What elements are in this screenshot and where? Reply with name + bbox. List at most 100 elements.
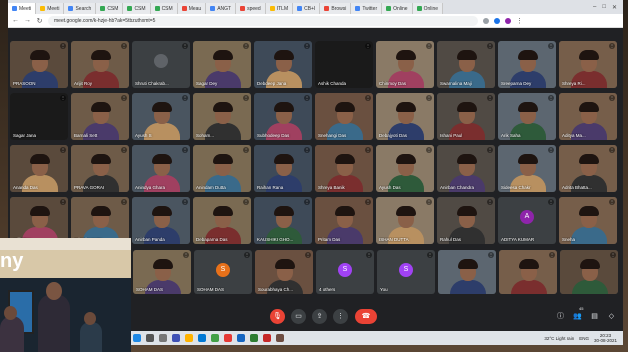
minimize-icon[interactable]: – xyxy=(593,4,596,11)
browser-tab[interactable]: CSM xyxy=(96,3,124,14)
participant-tile[interactable]: ⋮Pritesha Kutty xyxy=(71,197,129,244)
participant-tile[interactable]: ⋮ Sagar Jana xyxy=(10,93,68,140)
participant-tile[interactable]: ⋮ xyxy=(560,250,618,294)
participant-tile[interactable]: ⋮ Ayush S xyxy=(132,93,190,140)
participant-tile[interactable]: ⋮ Shruti Chakrab... xyxy=(132,41,190,88)
participant-tile[interactable]: ⋮ Aditya Ma... xyxy=(559,93,617,140)
search-icon[interactable] xyxy=(146,334,154,342)
pdf-icon[interactable] xyxy=(263,334,271,342)
browser-tab[interactable]: Online xyxy=(382,3,413,14)
forward-icon[interactable]: → xyxy=(24,17,31,24)
browser-tab[interactable]: Twitter xyxy=(351,3,383,14)
close-icon[interactable]: ✕ xyxy=(612,4,617,11)
participant-hair xyxy=(579,50,599,60)
participant-tile[interactable]: ⋮ Anindya Ghara xyxy=(132,145,190,192)
browser-tab[interactable]: Meau xyxy=(177,3,207,14)
participant-tile[interactable]: ⋮ Debajyoti Das xyxy=(376,93,434,140)
camera-icon[interactable]: ▭ xyxy=(291,309,306,324)
browser-tab[interactable]: ANGT xyxy=(206,3,237,14)
reload-icon[interactable]: ↻ xyxy=(36,17,43,25)
participant-tile[interactable]: ⋮ Sideesa Chakr xyxy=(498,145,556,192)
weather-text[interactable]: 32°C Light rain xyxy=(544,336,574,341)
participant-tile[interactable]: ⋮ ISHAN DUTTA xyxy=(376,197,434,244)
participant-tile[interactable]: ⋮ Arik Saha xyxy=(498,93,556,140)
present-icon[interactable]: ⇪ xyxy=(312,309,327,324)
participant-tile[interactable]: ⋮ Anindam Dutta xyxy=(193,145,251,192)
participant-tile[interactable]: ⋮ PRASOON xyxy=(10,41,68,88)
folder-icon[interactable] xyxy=(185,334,193,342)
activities-icon[interactable]: ◇ xyxy=(607,312,616,321)
app-icon[interactable] xyxy=(276,334,284,342)
participant-tile[interactable]: ⋮ Ishani Paul xyxy=(437,93,495,140)
word-icon[interactable] xyxy=(237,334,245,342)
extension-icon[interactable] xyxy=(483,17,489,24)
participant-tile[interactable]: ⋮ Raihan Rana xyxy=(254,145,312,192)
participant-tile[interactable]: ⋮ Debdeep Jana xyxy=(254,41,312,88)
participant-tile[interactable]: ⋮Arijit Roy xyxy=(10,197,68,244)
participant-tile[interactable]: ⋮ SOHAM DAS xyxy=(133,250,191,294)
people-icon[interactable]: 👥 xyxy=(573,312,582,321)
participant-tile[interactable]: S ⋮ You xyxy=(377,250,435,294)
edge-icon[interactable] xyxy=(198,334,206,342)
browser-tab[interactable]: Online xyxy=(412,3,444,14)
participant-tile[interactable]: S ⋮ 4 others xyxy=(316,250,374,294)
chat-icon[interactable]: ▤ xyxy=(590,312,599,321)
browser-tab[interactable]: Meeti xyxy=(8,3,37,14)
language-indicator[interactable]: ENG xyxy=(579,336,589,341)
more-icon[interactable]: ⋮ xyxy=(333,309,348,324)
participant-tile[interactable]: ⋮ Pritam Das xyxy=(315,197,373,244)
browser-tab[interactable]: ITLM xyxy=(265,3,294,14)
url-input[interactable]: meet.google.com/k-hzje-hb?ak=5tbzuthxmt=… xyxy=(48,15,478,26)
participant-tile[interactable]: ⋮ Ananda Das xyxy=(10,145,68,192)
participant-tile[interactable]: ⋮ Debaparna Das xyxy=(193,197,251,244)
profile-avatar[interactable] xyxy=(505,17,511,24)
app-icon[interactable] xyxy=(172,334,180,342)
participant-tile[interactable]: ⋮ Shreya Ri... xyxy=(559,41,617,88)
browser-tab[interactable]: Meeti xyxy=(36,3,65,14)
browser-tab[interactable]: CB+I xyxy=(293,3,321,14)
chrome-icon[interactable] xyxy=(211,334,219,342)
participant-tile[interactable]: ⋮ Ashik Chanda xyxy=(315,41,373,88)
browser-tab[interactable]: Search xyxy=(64,3,97,14)
participant-tile[interactable]: ⋮ Swarnalina Maji xyxy=(437,41,495,88)
participant-tile[interactable]: ⋮ Adrita Bhatta... xyxy=(559,145,617,192)
participant-tile[interactable]: ⋮ Shreya Banik xyxy=(315,145,373,192)
hangup-icon[interactable]: ☎ xyxy=(355,309,377,324)
participant-tile[interactable]: A ⋮ ADITYA KUMAR xyxy=(498,197,556,244)
task-view-icon[interactable] xyxy=(159,334,167,342)
participant-tile[interactable]: ⋮ Snehangi Das xyxy=(315,93,373,140)
participant-tile[interactable]: ⋮ KAUSHIKI GHO... xyxy=(254,197,312,244)
participant-tile[interactable]: ⋮ Chinmoy Das xyxy=(376,41,434,88)
mic-off-icon[interactable]: 🎙 xyxy=(270,309,285,324)
clock[interactable]: 20:23 30-08-2021 xyxy=(594,333,617,343)
participant-tile[interactable]: ⋮ Anirban Chandra xyxy=(437,145,495,192)
browser-tab[interactable]: Browsi xyxy=(320,3,352,14)
participant-hair xyxy=(213,102,233,112)
info-icon[interactable]: ⓘ xyxy=(556,312,565,321)
back-icon[interactable]: ← xyxy=(12,17,19,24)
participant-tile[interactable]: ⋮ Barnali Sett xyxy=(71,93,129,140)
participant-tile[interactable]: ⋮ Anirban Panda xyxy=(132,197,190,244)
excel-icon[interactable] xyxy=(250,334,258,342)
browser-tab[interactable]: CSM xyxy=(123,3,151,14)
participant-tile[interactable]: S ⋮ SOHAM DAS xyxy=(194,250,252,294)
participant-tile[interactable]: ⋮ Soham... xyxy=(193,93,251,140)
participant-tile[interactable]: ⋮ Sreeparna Dey xyxy=(498,41,556,88)
browser-tab[interactable]: speed xyxy=(236,3,266,14)
participant-tile[interactable]: ⋮ Rahul Das xyxy=(437,197,495,244)
windows-start-icon[interactable] xyxy=(133,334,141,342)
participant-tile[interactable]: ⋮ Sourabhaya Ch... xyxy=(255,250,313,294)
participant-tile[interactable]: ⋮ Sagar Dey xyxy=(193,41,251,88)
participant-tile[interactable]: ⋮ Subhodeep Das xyxy=(254,93,312,140)
app-icon[interactable] xyxy=(224,334,232,342)
participant-tile[interactable]: ⋮ Ayush Das xyxy=(376,145,434,192)
participant-tile[interactable]: ⋮Arijit Roy xyxy=(71,41,129,88)
extension-icon[interactable] xyxy=(494,17,500,24)
participant-tile[interactable]: ⋮ xyxy=(438,250,496,294)
participant-tile[interactable]: ⋮ PRAVA GORAI xyxy=(71,145,129,192)
browser-tab[interactable]: CSM xyxy=(150,3,178,14)
menu-icon[interactable]: ⋮ xyxy=(516,17,523,25)
maximize-icon[interactable]: □ xyxy=(602,4,606,11)
participant-tile[interactable]: ⋮ xyxy=(499,250,557,294)
participant-tile[interactable]: ⋮ Sneha xyxy=(559,197,617,244)
